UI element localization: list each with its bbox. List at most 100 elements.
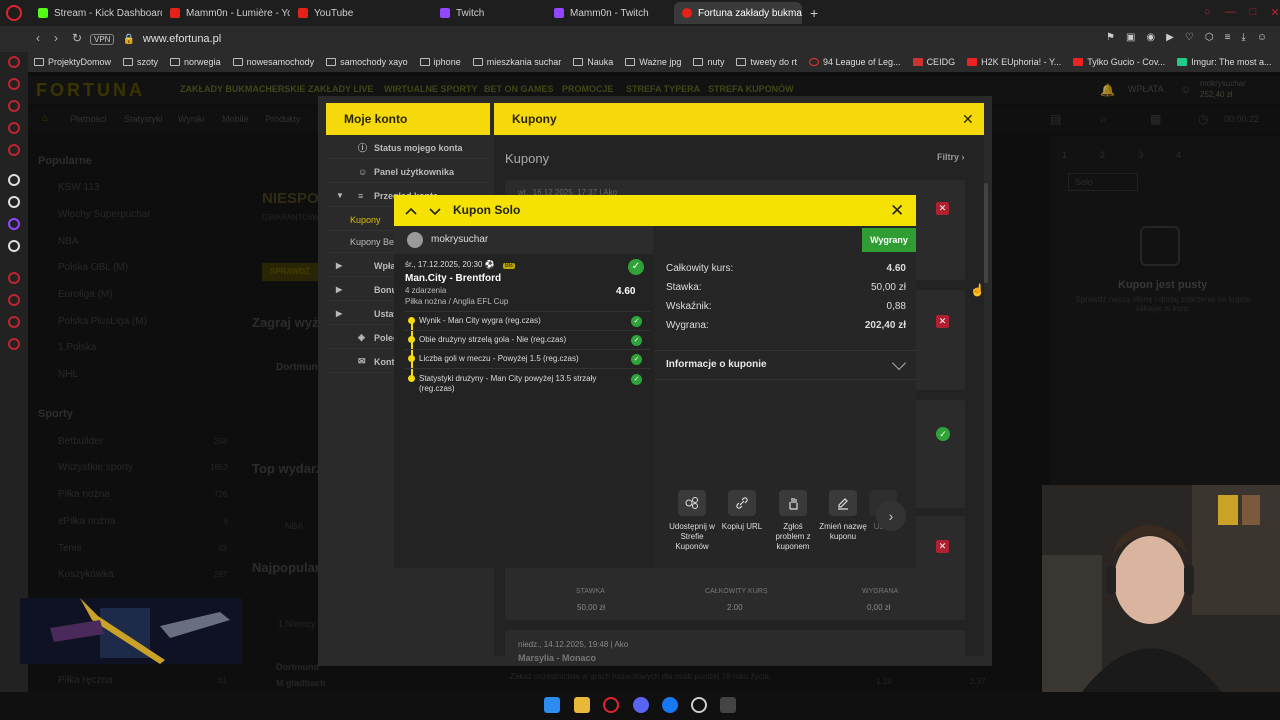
bookmark-item[interactable]: samochody xayo xyxy=(326,57,408,67)
bookmark-item[interactable]: mieszkania suchar xyxy=(472,57,561,67)
divider xyxy=(405,311,650,312)
new-tab-button[interactable]: + xyxy=(802,2,824,24)
file-explorer-icon[interactable] xyxy=(574,697,590,713)
caret-down-icon: ▼ xyxy=(336,191,344,200)
scrollbar[interactable] xyxy=(984,183,988,283)
sidebar-chatgpt-icon[interactable] xyxy=(8,196,20,208)
menu-panel-uzytkownika[interactable]: ☺ Panel użytkownika xyxy=(326,161,490,183)
bookmark-item[interactable]: ProjektyDomow xyxy=(34,57,111,67)
sidebar-tiktok-icon[interactable] xyxy=(8,174,20,186)
coupon-win: 0,00 zł xyxy=(867,603,891,612)
stake-value: 50,00 zł xyxy=(870,282,906,293)
modal-title: Kupon Solo xyxy=(453,203,521,217)
play-icon[interactable]: ▶ xyxy=(1166,32,1174,43)
caret-right-icon: ▶ xyxy=(336,285,343,294)
camera-icon[interactable]: ◉ xyxy=(1146,32,1155,43)
bookmark-item[interactable]: nuty xyxy=(693,57,724,67)
lol-icon xyxy=(808,58,819,66)
sidebar-player-icon[interactable] xyxy=(8,272,20,284)
back-icon[interactable]: ‹ xyxy=(36,31,40,45)
selection-won-icon: ✓ xyxy=(631,354,642,365)
coupon-win-label: WYGRANA xyxy=(862,588,899,595)
copy-url-button[interactable]: Kopiuj URL xyxy=(717,490,767,532)
bookmark-item[interactable]: H2K EUphoria! - Y... xyxy=(967,57,1061,67)
chevron-down-icon[interactable] xyxy=(428,204,442,218)
sidebar-twitch-icon[interactable] xyxy=(8,218,20,230)
bookmark-item[interactable]: CEIDG xyxy=(912,57,955,67)
kupony-panel-header: Kupony xyxy=(494,103,984,135)
bookmark-item[interactable]: tweety do rt xyxy=(736,57,797,67)
tab-youtube-lumiere[interactable]: Mamm0n - Lumière - Yo xyxy=(162,2,290,24)
chevron-up-icon[interactable] xyxy=(404,204,418,218)
bookmark-icon[interactable]: ⚑ xyxy=(1106,32,1115,43)
report-problem-button[interactable]: Zgłoś problem z kuponem xyxy=(768,490,818,552)
filters-button[interactable]: Filtry › xyxy=(937,152,965,162)
sidebar-history-icon[interactable] xyxy=(8,294,20,306)
discord-icon[interactable] xyxy=(633,697,649,713)
search-tabs-icon[interactable]: ○ xyxy=(1204,6,1211,19)
sidebar-mail-icon[interactable] xyxy=(8,144,20,156)
coupon-odds: 2.00 xyxy=(727,603,743,612)
sidebar-settings-icon[interactable] xyxy=(8,338,20,350)
bookmark-item[interactable]: norwegia xyxy=(170,57,221,67)
tab-twitch-mammon[interactable]: Mamm0n - Twitch xyxy=(546,2,674,24)
tab-youtube[interactable]: YouTube xyxy=(290,2,418,24)
sidebar-messenger-icon[interactable] xyxy=(8,122,20,134)
bookmark-item[interactable]: Tylko Gucio - Cov... xyxy=(1073,57,1165,67)
sidebar-aria-icon[interactable] xyxy=(8,78,20,90)
share-button[interactable]: Udostępnij w Strefie Kuponów xyxy=(667,490,717,552)
kupony-close-icon[interactable]: ✕ xyxy=(962,112,976,126)
bookmark-item[interactable]: szoty xyxy=(123,57,158,67)
rename-button[interactable]: Zmień nazwę kuponu xyxy=(818,490,868,542)
sidebar-heart-icon[interactable] xyxy=(8,316,20,328)
download-icon[interactable]: ⤓ xyxy=(1241,32,1245,43)
vpn-badge[interactable]: VPN xyxy=(90,33,115,45)
folder-icon xyxy=(232,58,243,66)
stake-label: Stawka: xyxy=(666,282,702,293)
tab-kick[interactable]: Stream - Kick Dashboard xyxy=(30,2,162,24)
minimize-icon[interactable]: — xyxy=(1225,6,1236,19)
tab-twitch[interactable]: Twitch xyxy=(418,2,546,24)
bookmark-item[interactable]: iphone xyxy=(419,57,461,67)
steam-icon[interactable] xyxy=(691,697,707,713)
easy-setup-icon[interactable]: ≡ xyxy=(1225,32,1231,43)
facebook-icon[interactable] xyxy=(662,697,678,713)
chevron-right-icon[interactable]: › xyxy=(876,501,906,531)
event-match: Man.City - Brentford xyxy=(405,273,502,284)
profile-icon[interactable]: ☺ xyxy=(1257,32,1267,43)
opera-taskbar-icon[interactable] xyxy=(603,697,619,713)
sidebar-wallet-icon[interactable] xyxy=(8,100,20,112)
kupony-title: Kupony xyxy=(505,151,550,166)
event-datetime: śr., 17.12.2025, 20:30 ⚽ BB xyxy=(405,260,515,269)
windows-start-icon[interactable] xyxy=(544,697,560,713)
bookmarks-bar: ProjektyDomow szoty norwegia nowesamocho… xyxy=(28,52,1280,72)
snapshot-icon[interactable]: ▣ xyxy=(1126,32,1135,43)
tab-fortuna[interactable]: Fortuna zakłady bukmach xyxy=(674,2,802,24)
close-window-icon[interactable]: ✕ xyxy=(1270,6,1279,19)
hand-icon xyxy=(779,490,807,516)
sidebar-x-icon[interactable] xyxy=(8,240,20,252)
heart-icon[interactable]: ♡ xyxy=(1185,32,1194,43)
url-field[interactable]: VPN 🔒 www.efortuna.pl xyxy=(90,30,1090,48)
terminal-icon[interactable] xyxy=(720,697,736,713)
opera-logo-icon[interactable] xyxy=(6,5,22,21)
maximize-icon[interactable]: □ xyxy=(1250,6,1257,19)
folder-icon xyxy=(326,58,337,66)
selection-dot xyxy=(408,317,415,324)
forward-icon[interactable]: › xyxy=(54,31,58,45)
reload-icon[interactable]: ↻ xyxy=(72,31,82,45)
selection-dot xyxy=(408,355,415,362)
link-icon xyxy=(728,490,756,516)
bookmark-item[interactable]: Nauka xyxy=(573,57,613,67)
sidebar-opera-icon[interactable] xyxy=(8,56,20,68)
menu-status-konta[interactable]: ⓘ Status mojego konta xyxy=(326,137,490,159)
lost-icon: ✕ xyxy=(936,202,949,215)
bookmark-item[interactable]: 94 League of Leg... xyxy=(808,57,901,67)
bookmark-item[interactable]: Ważne jpg xyxy=(625,57,681,67)
caret-right-icon: ▶ xyxy=(336,261,343,270)
folder-icon xyxy=(693,58,704,66)
bookmark-item[interactable]: nowesamochody xyxy=(232,57,314,67)
extensions-icon[interactable]: ⬡ xyxy=(1205,32,1214,43)
close-icon[interactable]: ✕ xyxy=(890,202,904,219)
bookmark-item[interactable]: Imgur: The most a... xyxy=(1177,57,1272,67)
